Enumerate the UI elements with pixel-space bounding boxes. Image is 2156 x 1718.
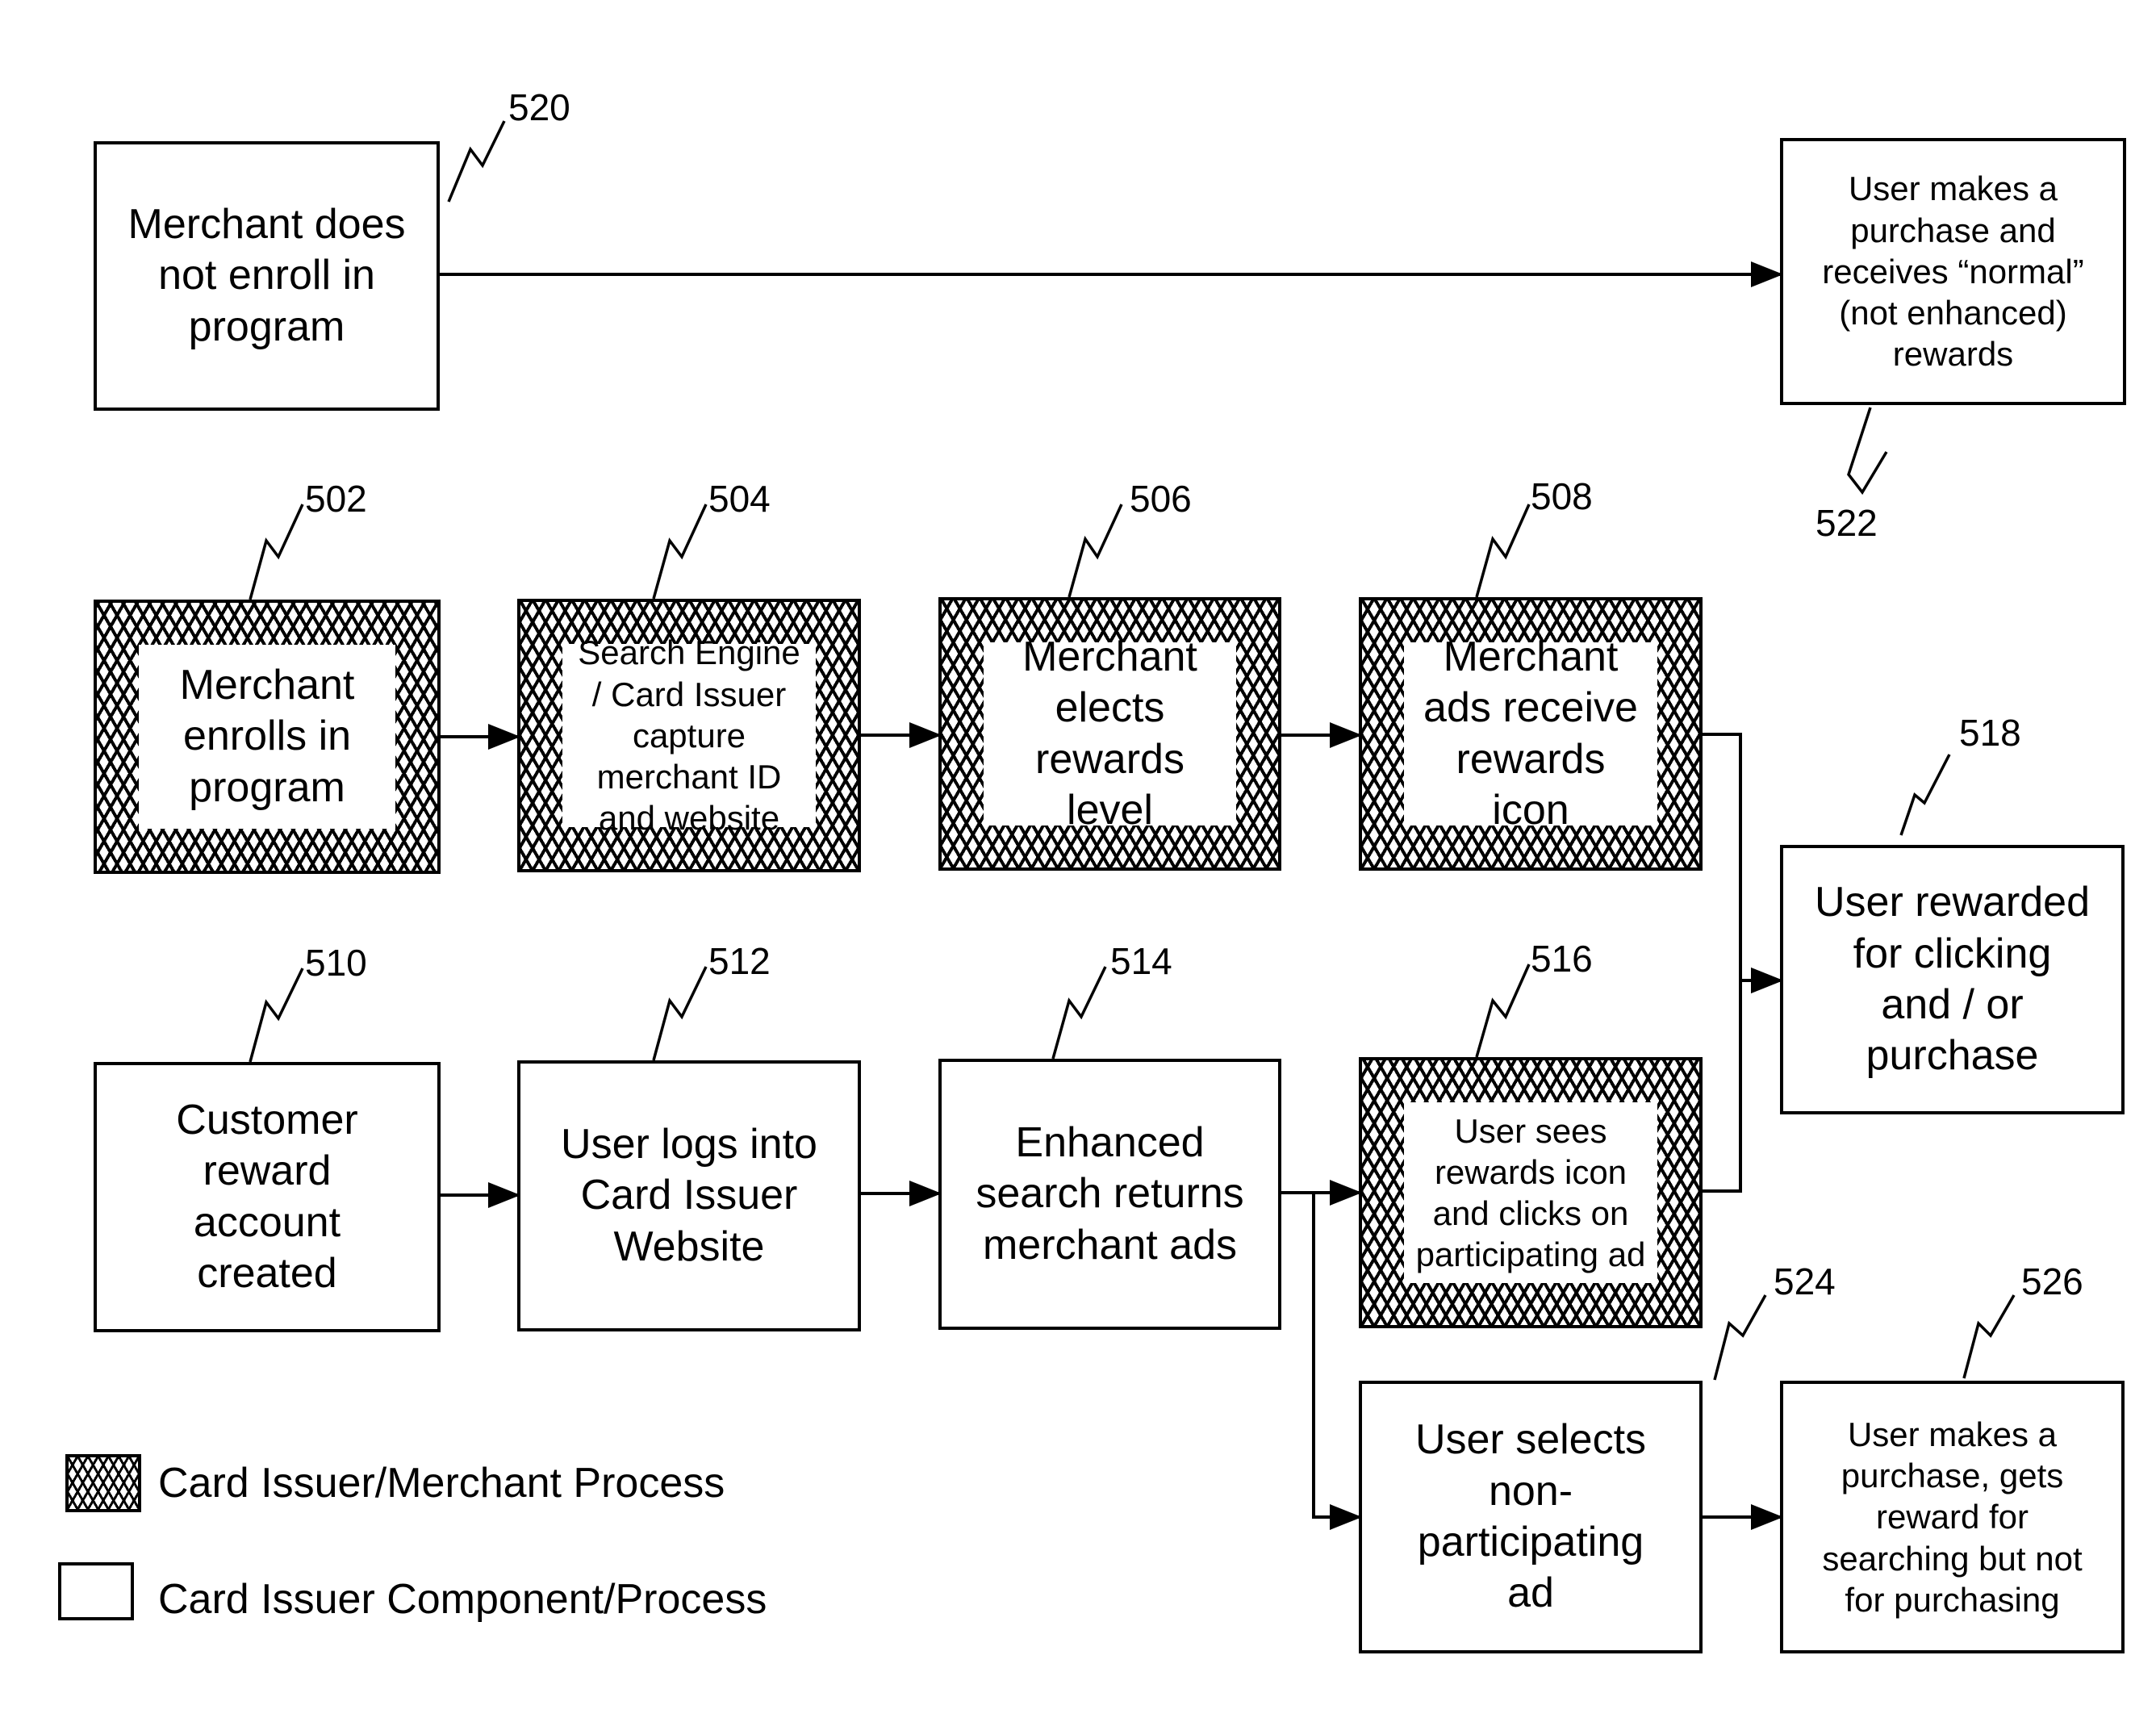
process-box-label: Merchant elects rewards level <box>984 633 1236 834</box>
process-box-524: User selects non- participating ad <box>1359 1381 1703 1653</box>
process-box-label: Customer reward account created <box>102 1070 432 1324</box>
process-box-502: Merchant enrolls in program <box>94 600 441 874</box>
process-box-526: User makes a purchase, gets reward for s… <box>1780 1381 2125 1653</box>
process-box-520: Merchant does not enroll in program <box>94 141 440 411</box>
process-box-label: User makes a purchase, gets reward for s… <box>1788 1389 2116 1645</box>
reference-numeral-502: 502 <box>305 478 367 520</box>
leader-line-510 <box>249 968 304 1063</box>
process-box-522: User makes a purchase and receives “norm… <box>1780 138 2126 405</box>
leader-line-520 <box>447 120 506 203</box>
legend-label-card-issuer-component-process: Card Issuer Component/Process <box>158 1576 767 1623</box>
reference-numeral-504: 504 <box>708 478 771 520</box>
process-box-label: Search Engine / Card Issuer capture merc… <box>562 633 816 837</box>
reference-numeral-522: 522 <box>1815 502 1878 544</box>
arrow-516-to-518 <box>1703 968 1783 1193</box>
process-box-label: Merchant does not enroll in program <box>102 149 432 403</box>
reference-numeral-516: 516 <box>1531 938 1593 980</box>
arrow-508-to-518 <box>1703 733 1783 993</box>
reference-numeral-514: 514 <box>1110 940 1172 982</box>
leader-line-504 <box>652 504 708 600</box>
process-box-label: User makes a purchase and receives “norm… <box>1788 146 2118 397</box>
process-box-512: User logs into Card Issuer Website <box>517 1060 861 1331</box>
legend-swatch-plain <box>58 1562 134 1620</box>
process-box-label: Merchant enrolls in program <box>139 645 395 829</box>
reference-numeral-524: 524 <box>1774 1260 1836 1302</box>
process-box-514: Enhanced search returns merchant ads <box>938 1059 1281 1330</box>
process-box-label: User rewarded for clicking and / or purc… <box>1788 853 2116 1106</box>
reference-numeral-512: 512 <box>708 940 771 982</box>
leader-line-522 <box>1847 407 1888 495</box>
process-box-label: User selects non- participating ad <box>1367 1389 1694 1645</box>
leader-line-512 <box>652 966 708 1061</box>
arrow-514-to-524 <box>1312 1193 1362 1530</box>
legend-label-card-issuer-merchant-process: Card Issuer/Merchant Process <box>158 1460 725 1507</box>
leader-line-516 <box>1475 964 1531 1058</box>
legend-swatch-hatched <box>65 1454 141 1512</box>
process-box-label: User logs into Card Issuer Website <box>525 1068 853 1323</box>
reference-numeral-510: 510 <box>305 942 367 984</box>
leader-line-508 <box>1475 504 1531 598</box>
reference-numeral-506: 506 <box>1130 478 1192 520</box>
reference-numeral-526: 526 <box>2021 1260 2083 1302</box>
process-box-label: User sees rewards icon and clicks on par… <box>1404 1102 1657 1283</box>
process-box-506: Merchant elects rewards level <box>938 597 1281 871</box>
process-box-label: Merchant ads receive rewards icon <box>1404 633 1657 834</box>
process-box-518: User rewarded for clicking and / or purc… <box>1780 845 2125 1114</box>
leader-line-524 <box>1713 1294 1767 1381</box>
process-box-510: Customer reward account created <box>94 1062 441 1332</box>
leader-line-526 <box>1962 1294 2016 1379</box>
process-box-516: User sees rewards icon and clicks on par… <box>1359 1057 1703 1328</box>
reference-numeral-508: 508 <box>1531 475 1593 517</box>
reference-numeral-520: 520 <box>508 86 570 128</box>
process-box-508: Merchant ads receive rewards icon <box>1359 597 1703 871</box>
reference-numeral-518: 518 <box>1959 712 2021 754</box>
leader-line-502 <box>249 504 304 600</box>
leader-line-506 <box>1068 504 1123 598</box>
leader-line-514 <box>1051 966 1107 1060</box>
process-box-504: Search Engine / Card Issuer capture merc… <box>517 599 861 872</box>
process-box-label: Enhanced search returns merchant ads <box>946 1067 1273 1322</box>
leader-line-518 <box>1899 754 1951 836</box>
